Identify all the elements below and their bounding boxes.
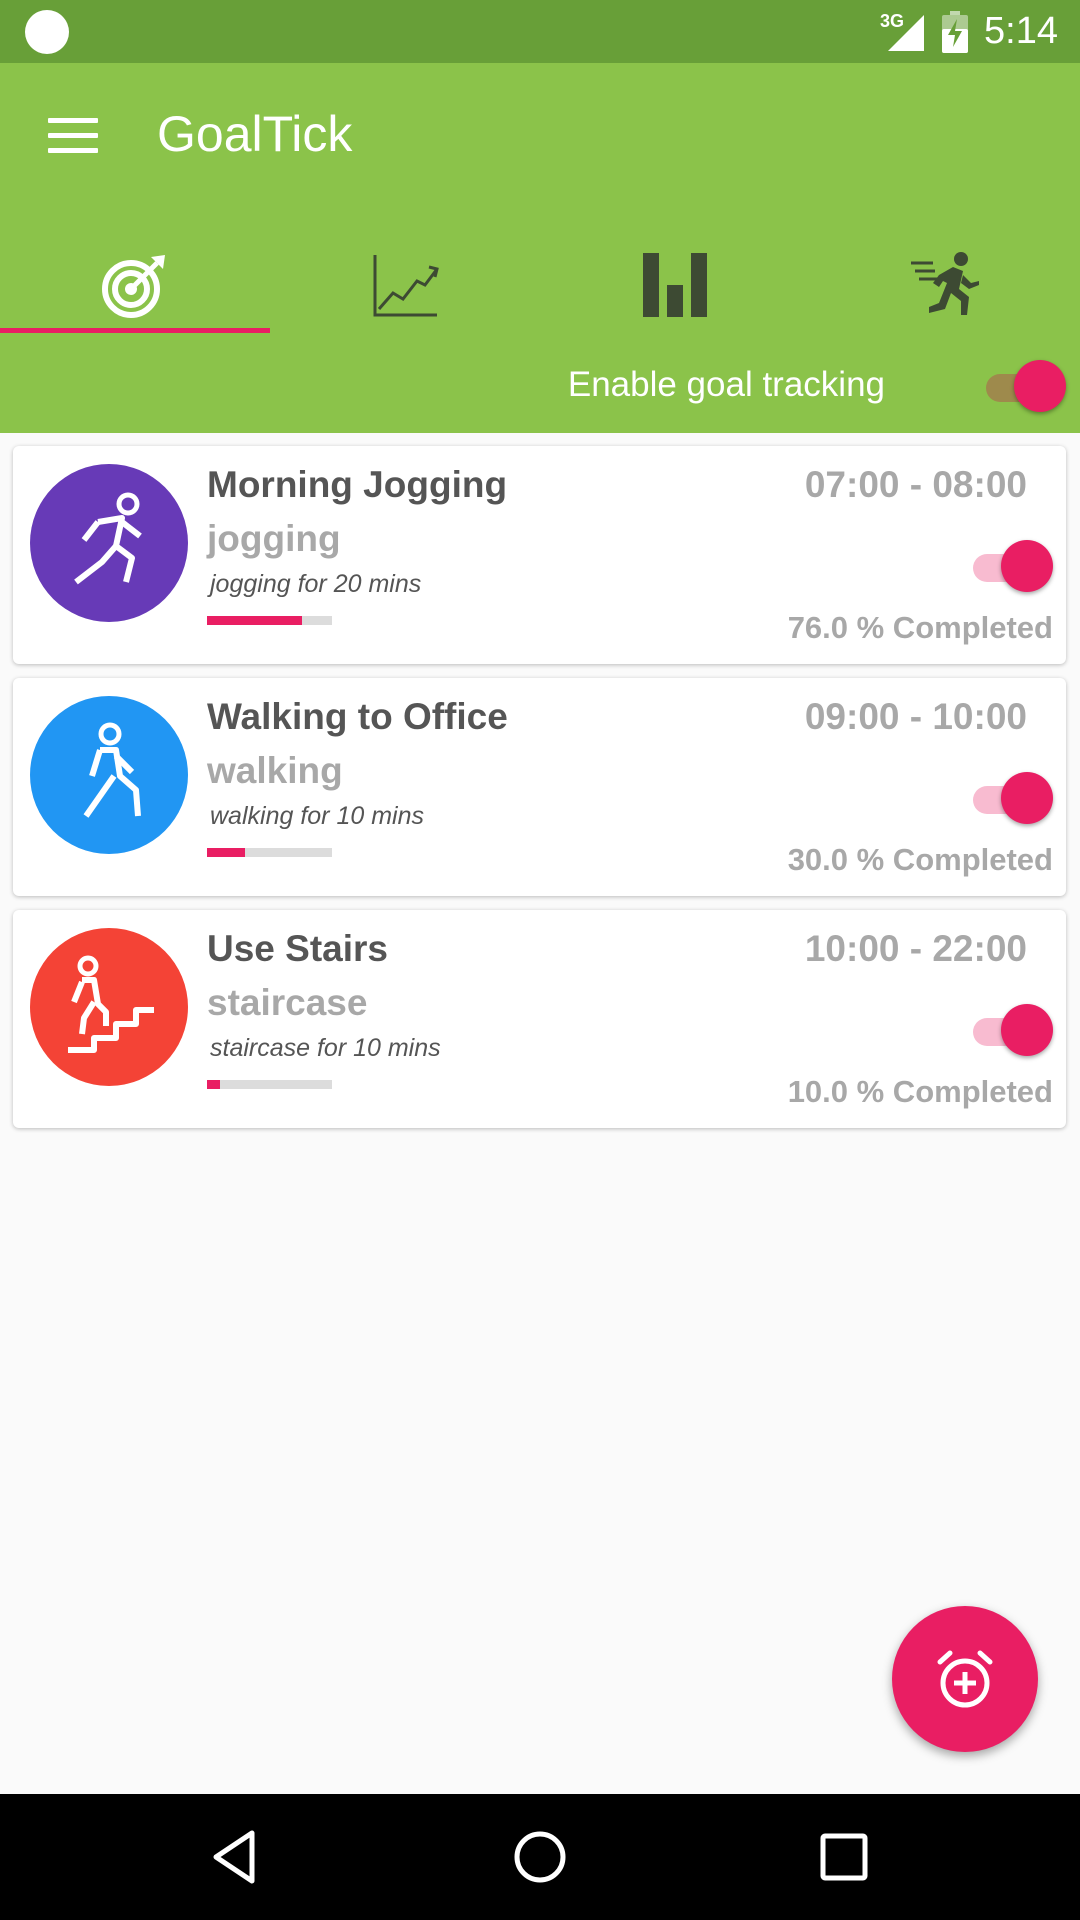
goal-time: 10:00 - 22:00 [804,928,1027,969]
battery-charging-icon [942,10,969,53]
goal-enable-switch[interactable] [971,537,1053,593]
goal-progress-fill [207,848,245,857]
app-bar: GoalTick Enable goal tracking [0,63,1080,433]
goal-time: 07:00 - 08:00 [804,464,1027,505]
goal-tracking-row: Enable goal tracking [0,353,1080,423]
goal-progress-fill [207,616,302,625]
goal-category: staircase [207,982,368,1023]
goal-description: jogging for 20 mins [210,570,422,598]
tab-goals[interactable] [0,230,270,340]
back-icon [213,1830,255,1884]
goal-title: Use Stairs [207,928,388,969]
signal-icon: 3G [880,11,926,53]
target-icon [102,255,165,318]
goal-progress-bar [207,1080,332,1089]
goal-card[interactable]: Walking to Office walking walking for 10… [13,678,1066,896]
goal-enable-switch[interactable] [971,769,1053,825]
stairs-icon [30,928,188,1086]
goal-time: 09:00 - 10:00 [804,696,1027,737]
home-icon [514,1831,566,1883]
walking-icon [30,696,188,854]
goal-card[interactable]: Use Stairs staircase staircase for 10 mi… [13,910,1066,1128]
hamburger-menu-icon[interactable] [48,118,98,156]
goal-progress-bar [207,848,332,857]
goal-category: jogging [207,518,341,559]
jogging-icon [30,464,188,622]
goal-description: staircase for 10 mins [210,1034,441,1062]
goal-enable-switch[interactable] [971,1001,1053,1057]
back-button[interactable] [206,1827,266,1887]
tab-bar [0,230,1080,340]
recents-icon [820,1833,868,1881]
running-person-icon [911,252,979,315]
goal-title: Morning Jogging [207,464,508,505]
status-bar: 3G 5:14 [0,0,1080,63]
goal-title: Walking to Office [207,696,508,737]
network-type-label: 3G [880,10,905,31]
add-alarm-button[interactable] [892,1606,1038,1752]
app-title: GoalTick [157,106,353,162]
add-alarm-icon [937,1650,993,1708]
recents-button[interactable] [814,1827,874,1887]
goal-completed: 10.0 % Completed [787,1074,1053,1109]
goal-completed: 76.0 % Completed [787,610,1053,645]
tab-trends[interactable] [270,230,540,340]
goal-category: walking [207,750,343,791]
system-nav-bar [0,1794,1080,1920]
tab-indicator [0,328,270,333]
home-button[interactable] [510,1827,570,1887]
goal-tracking-label: Enable goal tracking [567,365,885,404]
goal-description: walking for 10 mins [210,802,424,830]
line-chart-icon [373,255,439,317]
goal-tracking-switch[interactable] [984,357,1066,413]
tab-activity[interactable] [810,230,1080,340]
goal-card[interactable]: Morning Jogging jogging jogging for 20 m… [13,446,1066,664]
goal-progress-fill [207,1080,220,1089]
notification-dot-icon [25,10,69,54]
goal-progress-bar [207,616,332,625]
clock: 5:14 [984,10,1058,52]
bar-chart-icon [643,253,707,317]
status-icons: 3G 5:14 [880,0,1058,63]
tab-statistics[interactable] [540,230,810,340]
goal-completed: 30.0 % Completed [787,842,1053,877]
